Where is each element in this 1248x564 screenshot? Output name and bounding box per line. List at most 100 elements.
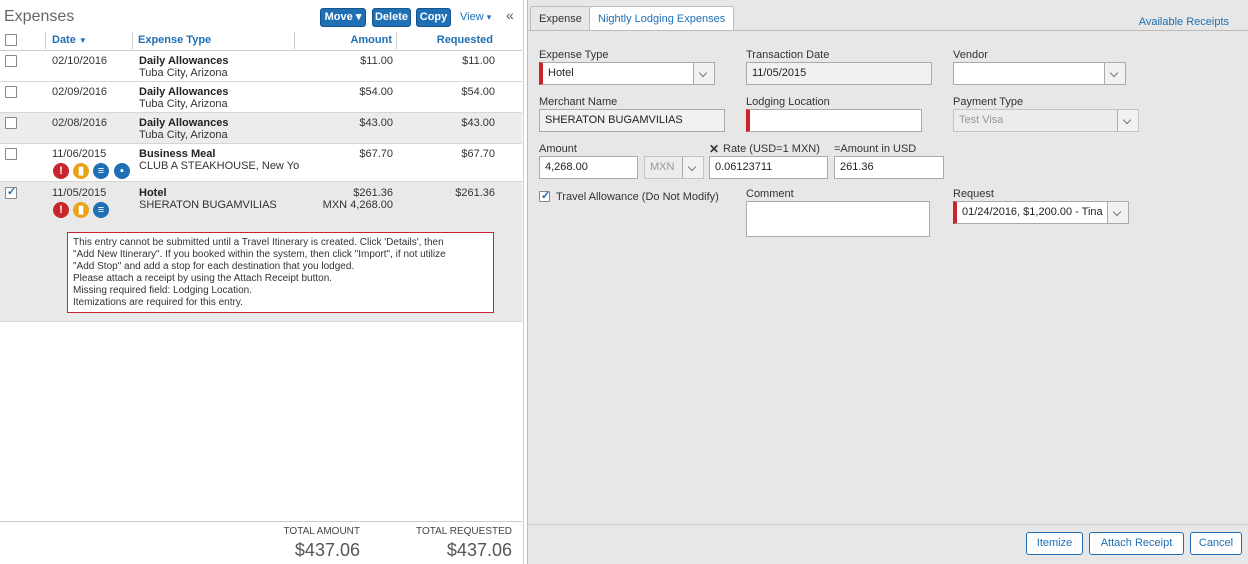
expense-type-select[interactable]: Hotel bbox=[539, 62, 715, 85]
lodging-location-label: Lodging Location bbox=[746, 96, 830, 108]
column-divider bbox=[396, 32, 397, 49]
amount-input[interactable]: 4,268.00 bbox=[539, 156, 638, 179]
transaction-date-label: Transaction Date bbox=[746, 49, 830, 61]
exception-icon[interactable]: ! bbox=[53, 163, 69, 179]
row-expense-type: Daily Allowances bbox=[139, 55, 229, 67]
move-button[interactable]: Move ▾ bbox=[320, 8, 366, 27]
caret-down-icon: ▾ bbox=[355, 11, 362, 23]
column-divider bbox=[294, 32, 295, 49]
itemize-button[interactable]: Itemize bbox=[1026, 532, 1083, 555]
exception-icon[interactable]: ! bbox=[53, 202, 69, 218]
table-row[interactable]: 02/10/2016 Daily Allowances Tuba City, A… bbox=[0, 51, 522, 82]
tab-divider bbox=[528, 30, 1248, 31]
column-header-date[interactable]: Date ▼ bbox=[52, 30, 87, 50]
row-amount: $67.70 bbox=[359, 148, 393, 160]
comment-icon[interactable]: ▪ bbox=[114, 163, 130, 179]
itemize-icon[interactable]: ≡ bbox=[93, 163, 109, 179]
expense-type-value: Hotel bbox=[548, 67, 574, 79]
row-vendor: SHERATON BUGAMVILIAS bbox=[139, 199, 277, 211]
column-divider bbox=[45, 32, 46, 49]
table-row[interactable]: 02/08/2016 Daily Allowances Tuba City, A… bbox=[0, 113, 522, 144]
collapse-panel-icon[interactable]: « bbox=[506, 7, 514, 23]
receipt-required-icon[interactable]: ▮ bbox=[73, 202, 89, 218]
row-expense-type: Daily Allowances bbox=[139, 86, 229, 98]
row-requested: $11.00 bbox=[462, 55, 495, 67]
view-label: View bbox=[460, 11, 484, 23]
expense-type-label: Expense Type bbox=[539, 49, 609, 61]
select-all-checkbox[interactable] bbox=[5, 34, 17, 46]
delete-button[interactable]: Delete bbox=[372, 8, 411, 27]
table-header: Date ▼ Expense Type Amount Requested bbox=[0, 30, 522, 51]
amount-label: Amount bbox=[539, 143, 577, 155]
row-date: 11/05/2015 bbox=[52, 187, 107, 199]
total-amount-value: $437.06 bbox=[294, 540, 360, 560]
rate-label: Rate (USD=1 MXN) bbox=[723, 143, 820, 155]
vendor-label: Vendor bbox=[953, 49, 988, 61]
tab-nightly-lodging[interactable]: Nightly Lodging Expenses bbox=[589, 6, 735, 30]
comment-textarea[interactable] bbox=[746, 201, 930, 237]
merchant-name-label: Merchant Name bbox=[539, 96, 618, 108]
chevron-down-icon[interactable] bbox=[693, 63, 714, 84]
transaction-date-input[interactable]: 11/05/2015 bbox=[746, 62, 932, 85]
rate-input[interactable]: 0.06123711 bbox=[709, 156, 828, 179]
row-checkbox[interactable] bbox=[5, 185, 17, 199]
row-amount: $11.00 bbox=[360, 55, 393, 67]
row-expense-type: Business Meal bbox=[139, 148, 216, 160]
row-location: Tuba City, Arizona bbox=[139, 98, 228, 110]
row-date: 02/08/2016 bbox=[52, 117, 108, 129]
tab-expense[interactable]: Expense bbox=[530, 6, 591, 31]
column-header-requested[interactable]: Requested bbox=[400, 30, 493, 50]
chevron-down-icon[interactable] bbox=[1107, 202, 1128, 223]
row-checkbox[interactable] bbox=[5, 148, 17, 160]
request-label: Request bbox=[953, 188, 994, 200]
row-checkbox[interactable] bbox=[5, 86, 17, 98]
vendor-select[interactable] bbox=[953, 62, 1126, 85]
panel-title: Expenses bbox=[4, 8, 75, 25]
row-checkbox[interactable] bbox=[5, 117, 17, 129]
amount-usd-input[interactable]: 261.36 bbox=[834, 156, 944, 179]
expense-detail-panel: Expense Nightly Lodging Expenses Availab… bbox=[527, 0, 1248, 564]
available-receipts-link[interactable]: Available Receipts bbox=[1139, 16, 1229, 28]
travel-allowance-checkbox[interactable] bbox=[539, 189, 550, 202]
row-requested: $67.70 bbox=[461, 148, 495, 160]
chevron-down-icon bbox=[1117, 110, 1138, 131]
table-row[interactable]: 02/09/2016 Daily Allowances Tuba City, A… bbox=[0, 82, 522, 113]
exception-line: This entry cannot be submitted until a T… bbox=[73, 237, 444, 248]
payment-type-value: Test Visa bbox=[959, 114, 1004, 126]
total-requested-value: $437.06 bbox=[446, 540, 512, 560]
row-checkbox[interactable] bbox=[5, 55, 17, 67]
view-menu[interactable]: View ▾ bbox=[460, 11, 491, 23]
row-location: Tuba City, Arizona bbox=[139, 67, 228, 79]
clear-rate-icon[interactable]: ✕ bbox=[709, 142, 719, 156]
totals-footer: TOTAL AMOUNT $437.06 TOTAL REQUESTED $43… bbox=[0, 521, 522, 564]
date-header-label: Date bbox=[52, 34, 76, 46]
exception-message-box: This entry cannot be submitted until a T… bbox=[67, 232, 494, 313]
cancel-button[interactable]: Cancel bbox=[1190, 532, 1242, 555]
receipt-required-icon[interactable]: ▮ bbox=[73, 163, 89, 179]
row-date: 02/10/2016 bbox=[52, 55, 108, 67]
lodging-location-input[interactable] bbox=[746, 109, 922, 132]
merchant-name-input[interactable]: SHERATON BUGAMVILIAS bbox=[539, 109, 725, 132]
total-requested-label: TOTAL REQUESTED bbox=[416, 526, 512, 537]
request-select[interactable]: 01/24/2016, $1,200.00 - Tina bbox=[953, 201, 1129, 224]
row-expense-type: Hotel bbox=[139, 187, 167, 199]
comment-label: Comment bbox=[746, 188, 794, 200]
copy-button[interactable]: Copy bbox=[416, 8, 451, 27]
table-row[interactable]: 11/06/2015 ! ▮ ≡ ▪ Business Meal CLUB A … bbox=[0, 144, 522, 182]
itemize-icon[interactable]: ≡ bbox=[93, 202, 109, 218]
attach-receipt-button[interactable]: Attach Receipt bbox=[1089, 532, 1184, 555]
row-amount: $261.36 bbox=[353, 187, 393, 199]
row-amount: $43.00 bbox=[359, 117, 393, 129]
column-header-amount[interactable]: Amount bbox=[300, 30, 392, 50]
column-header-expense-type[interactable]: Expense Type bbox=[138, 30, 211, 50]
row-date: 02/09/2016 bbox=[52, 86, 108, 98]
exception-line: Itemizations are required for this entry… bbox=[73, 297, 243, 308]
row-date: 11/06/2015 bbox=[52, 148, 107, 160]
chevron-down-icon[interactable] bbox=[1104, 63, 1125, 84]
row-requested: $43.00 bbox=[461, 117, 495, 129]
exception-line: Missing required field: Lodging Location… bbox=[73, 285, 252, 296]
row-foreign-amount: MXN 4,268.00 bbox=[322, 199, 393, 211]
row-expense-type: Daily Allowances bbox=[139, 117, 229, 129]
request-value: 01/24/2016, $1,200.00 - Tina bbox=[962, 206, 1103, 218]
amount-usd-label: =Amount in USD bbox=[834, 143, 917, 155]
